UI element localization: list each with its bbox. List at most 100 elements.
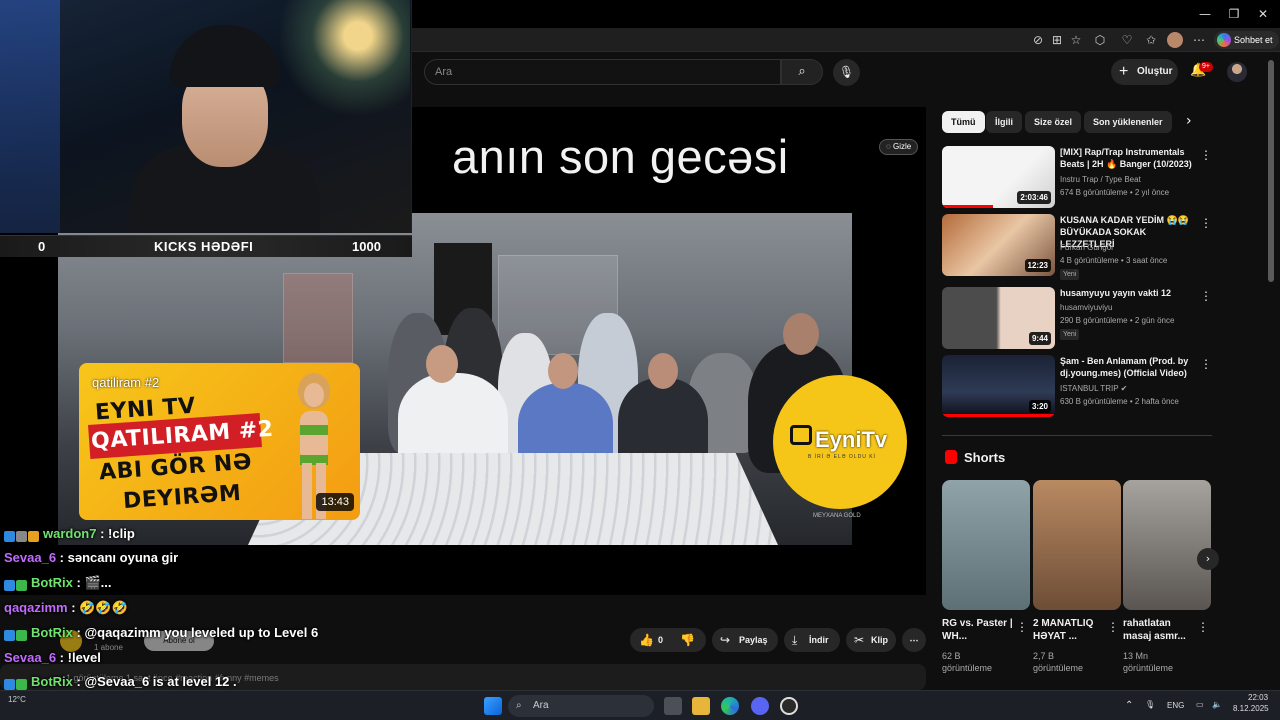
maximize-button[interactable]: ❐ (1219, 4, 1249, 24)
copilot-button[interactable]: Sohbet et (1214, 31, 1279, 49)
more-vertical-icon[interactable]: ⋮ (1197, 620, 1209, 634)
discord-icon[interactable] (751, 697, 769, 715)
recommendation-title[interactable]: Şam - Ben Anlamam (Prod. by dj.young.mes… (1060, 355, 1200, 379)
webcam-background-light (0, 0, 60, 233)
promo-line: DEYIRƏM (122, 480, 243, 515)
chip-for-you[interactable]: Size özel (1025, 111, 1082, 133)
tracking-icon[interactable]: ⊘ (1030, 32, 1046, 48)
clock-date[interactable]: 8.12.2025 (1233, 704, 1269, 713)
recommendation-thumbnail[interactable]: 3:20 (942, 355, 1055, 417)
network-icon[interactable]: ▭ (1196, 700, 1204, 709)
more-vertical-icon[interactable]: ⋮ (1200, 357, 1212, 371)
recommendation-channel[interactable]: Instru Trap / Type Beat (1060, 175, 1141, 184)
search-input[interactable]: Ara (424, 59, 781, 85)
close-button[interactable]: ✕ (1248, 4, 1278, 24)
chevron-right-icon[interactable]: › (1186, 113, 1192, 129)
recommendation-title[interactable]: husamyuyu yayın vakti 12 (1060, 287, 1200, 299)
more-horizontal-icon: ⋯ (909, 635, 919, 645)
recommendation-meta: 4 B görüntüleme • 3 saat önce (1060, 256, 1168, 265)
download-button[interactable]: ⤓ İndir (784, 628, 840, 652)
volume-icon[interactable]: 🔈 (1212, 700, 1222, 709)
recommendation-channel[interactable]: ISTANBUL TRIP ✔ (1060, 384, 1127, 393)
edge-icon[interactable] (721, 697, 739, 715)
like-count: 0 (658, 635, 664, 645)
chevron-up-icon[interactable]: ⌃ (1125, 700, 1133, 711)
clip-button[interactable]: ✂ Klip (846, 628, 896, 652)
minimize-button[interactable]: — (1190, 4, 1220, 24)
apps-icon[interactable]: ⊞ (1049, 32, 1065, 48)
like-button[interactable]: 👍 0 👎 (630, 628, 706, 652)
file-explorer-icon[interactable] (692, 697, 710, 715)
recommendation-thumbnail[interactable]: 2:03:46 (942, 146, 1055, 208)
favorite-icon[interactable]: ☆ (1068, 32, 1084, 48)
short-thumbnail[interactable] (1033, 480, 1121, 610)
recommendation-item[interactable]: 2:03:46 [MIX] Rap/Trap Instrumentals Beat… (942, 146, 1212, 208)
chat-badges (4, 676, 28, 691)
shorts-heading: Shorts (964, 450, 1006, 465)
scrollbar[interactable] (1268, 60, 1274, 282)
recommendation-thumbnail[interactable]: 9:44 (942, 287, 1055, 349)
mic-icon[interactable]: 🎙 (1145, 700, 1155, 709)
chip-recently-uploaded[interactable]: Son yüklenenler (1084, 111, 1172, 133)
streamer-cap (170, 25, 280, 87)
voice-search-button[interactable]: 🎙 (833, 59, 860, 86)
kicks-goal-bar: 0 KICKS HƏDƏFI 1000 (0, 235, 412, 257)
chat-text: səncanı oyuna gir (67, 550, 179, 565)
app-icon[interactable] (780, 697, 798, 715)
recommendation-item[interactable]: 3:20 Şam - Ben Anlamam (Prod. by dj.young… (942, 355, 1212, 417)
chat-separator: : (56, 650, 68, 665)
chip-related[interactable]: İlgili (986, 111, 1022, 133)
short-title[interactable]: 2 MANATLIQ HƏYAT ... (1033, 617, 1108, 643)
short-views: 13 Mn görüntüleme (1123, 650, 1173, 674)
more-vertical-icon[interactable]: ⋮ (1200, 216, 1212, 230)
profile-icon[interactable] (1167, 32, 1183, 48)
more-vertical-icon[interactable]: ⋮ (1107, 620, 1119, 634)
recommendation-channel[interactable]: Furkan Güngör (1060, 243, 1114, 252)
weather-widget[interactable]: 12°C (8, 695, 26, 704)
language-indicator[interactable]: ENG (1167, 701, 1184, 710)
scissors-icon: ✂ (854, 633, 865, 647)
chat-username[interactable]: wardon7 (43, 526, 96, 541)
recommendation-item[interactable]: 9:44 husamyuyu yayın vakti 12 husamviyuviy… (942, 287, 1212, 349)
short-thumbnail[interactable] (1123, 480, 1211, 610)
shorts-next-button[interactable]: › (1197, 548, 1219, 570)
chat-text: @Sevaa_6 is at level 12 . (84, 674, 237, 689)
chat-username[interactable]: BotRix (31, 674, 73, 689)
chat-message: Sevaa_6 : !level (4, 650, 101, 670)
chat-username[interactable]: qaqazimm (4, 600, 68, 615)
recommendation-item[interactable]: 12:23 KUSANA KADAR YEDİM 😭😭 BÜYÜKADA SOKA… (942, 214, 1212, 280)
chat-username[interactable]: BotRix (31, 575, 73, 590)
chat-username[interactable]: Sevaa_6 (4, 550, 56, 565)
chat-username[interactable]: Sevaa_6 (4, 650, 56, 665)
chip-all[interactable]: Tümü (942, 111, 985, 133)
search-button[interactable]: ⌕ (781, 59, 823, 85)
task-view-icon[interactable] (664, 697, 682, 715)
more-vertical-icon[interactable]: ⋮ (1200, 289, 1212, 303)
more-vertical-icon[interactable]: ⋮ (1200, 148, 1212, 162)
video-duration: 3:20 (1028, 400, 1051, 413)
clock-time[interactable]: 22:03 (1248, 693, 1268, 702)
chat-username[interactable]: BotRix (31, 625, 73, 640)
create-button[interactable]: + Oluştur (1111, 59, 1178, 85)
recommendation-thumbnail[interactable]: 12:23 (942, 214, 1055, 276)
thumbs-up-icon: 👍 (639, 633, 654, 647)
extensions-icon[interactable]: ⬡ (1092, 32, 1108, 48)
more-vertical-icon[interactable]: ⋮ (1016, 620, 1028, 634)
short-title[interactable]: rahatlatan masaj asmr... (1123, 617, 1198, 643)
performance-icon[interactable]: ♡ (1119, 32, 1135, 48)
account-avatar[interactable] (1227, 62, 1247, 82)
goal-target: 1000 (352, 239, 381, 254)
more-actions-button[interactable]: ⋯ (902, 628, 926, 652)
taskbar-search-label: Ara (533, 700, 549, 711)
more-icon[interactable]: ⋯ (1191, 32, 1207, 48)
taskbar-search[interactable]: ⌕ Ara (508, 695, 654, 717)
share-button[interactable]: ↪ Paylaş (712, 628, 778, 652)
recommendation-title[interactable]: [MIX] Rap/Trap Instrumentals Beats | 2H … (1060, 146, 1200, 170)
start-icon[interactable] (484, 697, 502, 715)
short-thumbnail[interactable] (942, 480, 1030, 610)
short-title[interactable]: RG vs. Paster | WH... (942, 617, 1017, 643)
favorites-bar-icon[interactable]: ✩ (1143, 32, 1159, 48)
recommendation-channel[interactable]: husamviyuviyu (1060, 303, 1112, 312)
hide-button[interactable]: ◌ Gizle (879, 139, 919, 155)
clip-label: Klip (871, 635, 888, 645)
